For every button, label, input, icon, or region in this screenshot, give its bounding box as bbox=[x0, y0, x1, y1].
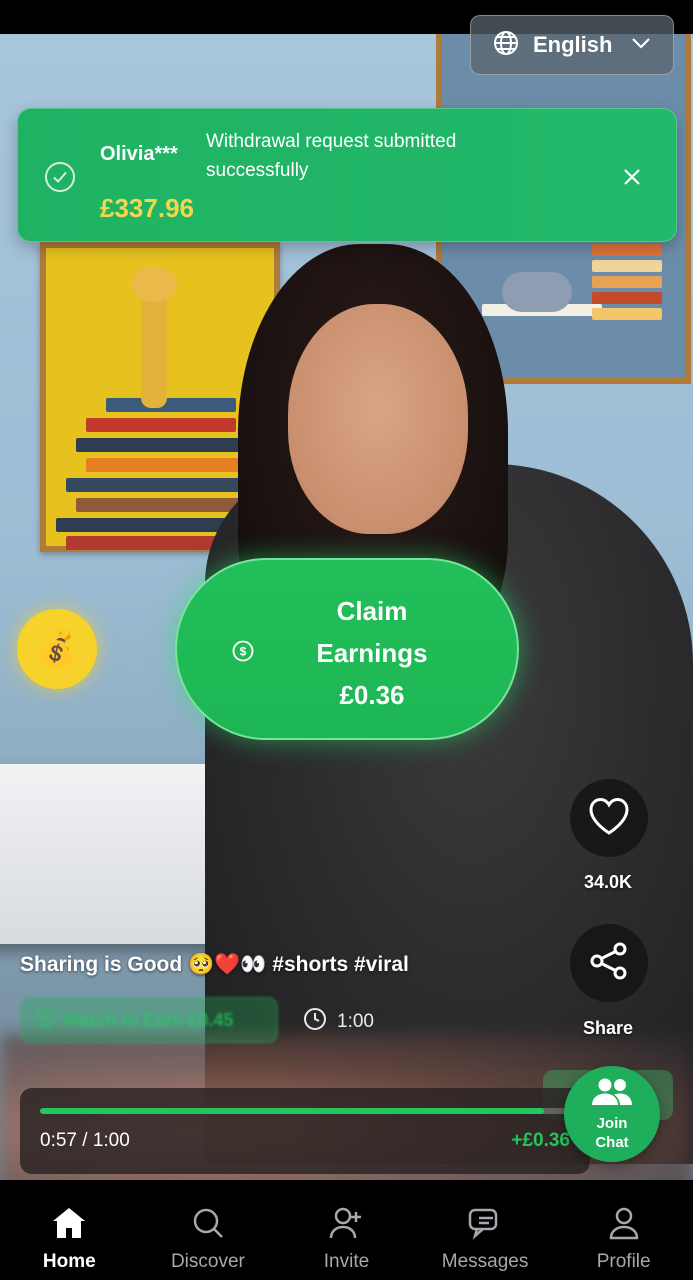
check-circle-icon bbox=[44, 161, 76, 193]
video-duration: 1:00 bbox=[303, 1007, 374, 1037]
share-icon bbox=[587, 939, 631, 988]
claim-amount: £0.36 bbox=[339, 680, 405, 710]
group-icon bbox=[590, 1077, 634, 1112]
globe-icon bbox=[493, 30, 519, 61]
progress-fill bbox=[40, 1108, 544, 1114]
svg-text:$: $ bbox=[42, 1013, 48, 1025]
clock-icon bbox=[303, 1007, 327, 1037]
share-button[interactable] bbox=[570, 924, 648, 1002]
toast-message: Withdrawal request submitted successfull… bbox=[206, 131, 457, 181]
close-icon[interactable] bbox=[621, 166, 643, 188]
nav-item-messages[interactable]: Messages bbox=[425, 1206, 545, 1273]
chevron-down-icon bbox=[631, 36, 651, 54]
user-icon bbox=[606, 1206, 642, 1245]
person-face bbox=[288, 304, 468, 534]
progress-time: 0:57 / 1:00 bbox=[40, 1130, 130, 1151]
like-button[interactable] bbox=[570, 779, 648, 857]
toast-amount: £337.96 bbox=[100, 193, 194, 223]
svg-text:$: $ bbox=[240, 645, 247, 659]
nav-item-home[interactable]: Home bbox=[9, 1206, 129, 1273]
home-icon bbox=[51, 1206, 87, 1245]
video-caption: Sharing is Good 🥺❤️👀 #shorts #viral bbox=[20, 953, 409, 976]
progress-earning: +£0.36 bbox=[511, 1130, 570, 1151]
language-selector[interactable]: English bbox=[470, 15, 674, 75]
progress-bar[interactable] bbox=[40, 1108, 570, 1114]
withdrawal-toast: Olivia*** £337.96 Withdrawal request sub… bbox=[17, 108, 677, 242]
nav-item-invite[interactable]: Invite bbox=[286, 1206, 406, 1273]
dollar-circle-icon: $ bbox=[232, 640, 254, 662]
nav-label-discover: Discover bbox=[170, 1251, 245, 1272]
claim-label-line2: Earnings bbox=[316, 638, 428, 668]
share-label: Share bbox=[582, 1018, 634, 1038]
nav-label-profile: Profile bbox=[596, 1251, 651, 1272]
toast-user: Olivia*** bbox=[100, 143, 178, 165]
search-icon bbox=[190, 1206, 226, 1245]
nav-label-invite: Invite bbox=[323, 1251, 370, 1272]
duration-label: 1:00 bbox=[337, 1011, 374, 1032]
claim-earnings-button[interactable]: $ Claim Earnings £0.36 bbox=[175, 558, 519, 740]
bottom-nav: Home Discover Invite Messages Profile bbox=[0, 1180, 693, 1280]
add-user-icon bbox=[328, 1206, 364, 1245]
language-label: English bbox=[533, 32, 613, 57]
money-bag-button[interactable]: 💰 bbox=[17, 609, 97, 689]
progress-panel: 0:57 / 1:00 +£0.36 bbox=[20, 1088, 590, 1174]
nav-label-messages: Messages bbox=[441, 1251, 529, 1272]
nav-item-profile[interactable]: Profile bbox=[564, 1206, 684, 1273]
dollar-circle-icon: $ bbox=[35, 1008, 55, 1033]
join-chat-button[interactable]: Join Chat bbox=[564, 1066, 660, 1162]
heart-icon bbox=[587, 796, 631, 841]
watch-to-earn-pill: $ Watch to Earn £0.45 bbox=[20, 997, 278, 1043]
watch-to-earn-label: Watch to Earn £0.45 bbox=[63, 1009, 234, 1030]
claim-label-line1: Claim bbox=[336, 596, 408, 626]
like-count: 34.0K bbox=[583, 872, 633, 892]
nav-label-home: Home bbox=[42, 1251, 96, 1272]
chat-icon bbox=[467, 1206, 503, 1245]
nav-item-discover[interactable]: Discover bbox=[148, 1206, 268, 1273]
join-chat-label: Join Chat bbox=[595, 1114, 629, 1151]
money-bag-icon: 💰 bbox=[35, 630, 79, 668]
